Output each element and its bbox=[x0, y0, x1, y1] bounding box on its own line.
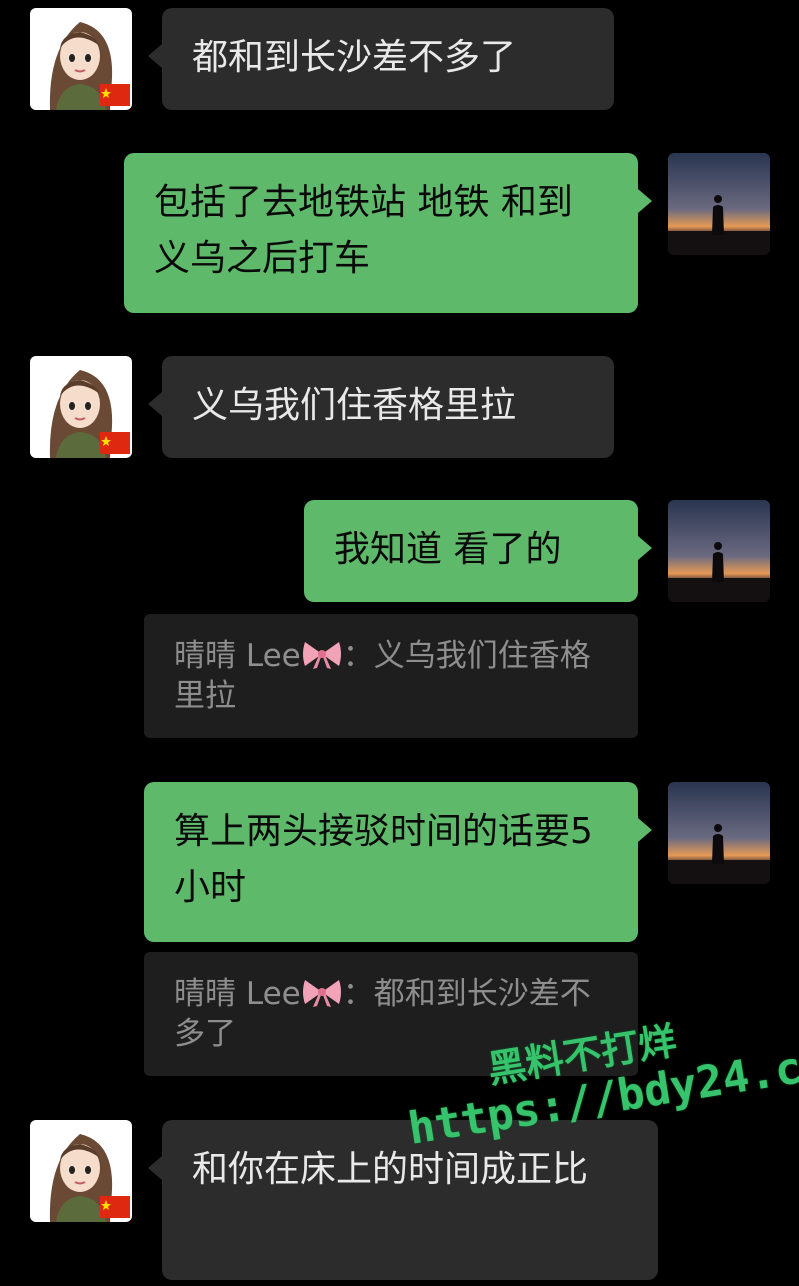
pink-bow-icon bbox=[302, 642, 341, 669]
cartoon-girl-avatar-icon bbox=[30, 8, 132, 110]
quoted-message[interactable]: 晴晴 Lee ：义乌我们住香格里拉 bbox=[144, 614, 638, 738]
sunset-silhouette-avatar-icon bbox=[668, 500, 770, 602]
message-text: 我知道 看了的 bbox=[334, 529, 562, 570]
contact-avatar[interactable] bbox=[30, 8, 132, 110]
message-bubble-outgoing[interactable]: 我知道 看了的 bbox=[304, 500, 652, 602]
message-bubble-outgoing[interactable]: 包括了去地铁站 地铁 和到义乌之后打车 bbox=[124, 153, 652, 313]
message-text: 都和到长沙差不多了 bbox=[192, 37, 517, 78]
quote-separator: ： bbox=[342, 976, 374, 1012]
message-bubble-incoming[interactable]: 和你在床上的时间成正比 bbox=[148, 1120, 658, 1280]
contact-avatar[interactable] bbox=[30, 1120, 132, 1222]
quote-sender: 晴晴 Lee bbox=[174, 976, 301, 1012]
my-avatar[interactable] bbox=[668, 782, 770, 884]
pink-bow-icon bbox=[302, 980, 341, 1007]
quote-sender: 晴晴 Lee bbox=[174, 638, 301, 674]
message-bubble-incoming[interactable]: 都和到长沙差不多了 bbox=[148, 8, 614, 110]
message-text: 算上两头接驳时间的话要5小时 bbox=[174, 811, 593, 908]
quote-separator: ： bbox=[342, 638, 374, 674]
my-avatar[interactable] bbox=[668, 500, 770, 602]
contact-avatar[interactable] bbox=[30, 356, 132, 458]
message-bubble-outgoing[interactable]: 算上两头接驳时间的话要5小时 bbox=[144, 782, 652, 942]
quoted-message[interactable]: 晴晴 Lee ：都和到长沙差不多了 bbox=[144, 952, 638, 1076]
cartoon-girl-avatar-icon bbox=[30, 356, 132, 458]
sunset-silhouette-avatar-icon bbox=[668, 782, 770, 884]
message-text: 包括了去地铁站 地铁 和到义乌之后打车 bbox=[154, 182, 573, 279]
message-bubble-incoming[interactable]: 义乌我们住香格里拉 bbox=[148, 356, 614, 458]
message-text: 和你在床上的时间成正比 bbox=[192, 1149, 589, 1190]
cartoon-girl-avatar-icon bbox=[30, 1120, 132, 1222]
sunset-silhouette-avatar-icon bbox=[668, 153, 770, 255]
my-avatar[interactable] bbox=[668, 153, 770, 255]
message-text: 义乌我们住香格里拉 bbox=[192, 385, 517, 426]
